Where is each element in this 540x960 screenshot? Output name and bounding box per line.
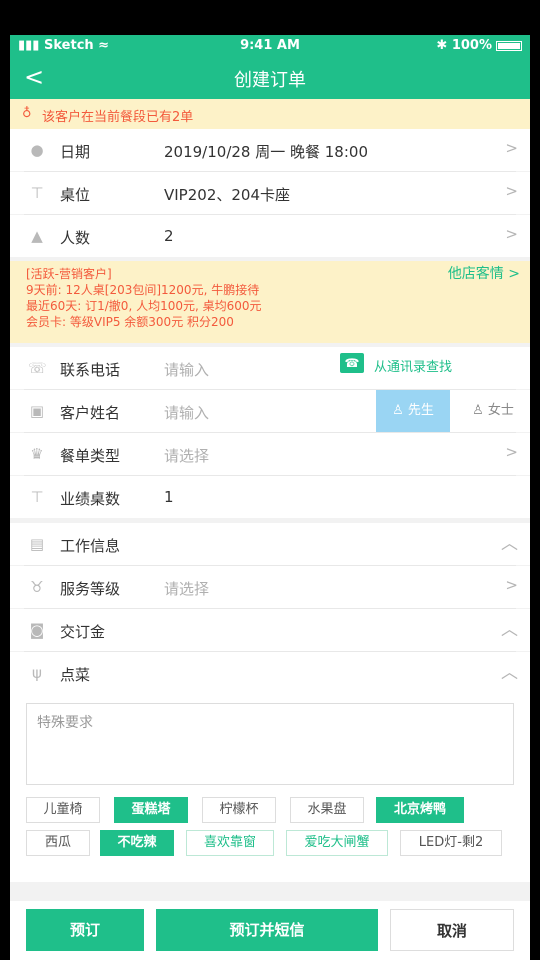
customer-line: 最近60天: 订1/撤0, 人均100元, 桌均600元 [26,299,262,313]
chevron-up-icon: ︿ [501,534,518,554]
special-request-input[interactable]: 特殊要求 [26,703,514,785]
phone-input[interactable]: 请输入 [164,359,209,380]
service-level-select: 请选择 [164,580,210,598]
deposit-row[interactable]: ◙ 交订金 ︿ [10,609,530,651]
cutlery-icon: ψ [32,664,42,682]
tag-button[interactable]: 喜欢靠窗 [186,830,274,856]
book-button[interactable]: 预订 [26,909,144,951]
chevron-right-icon: > [505,225,518,243]
table-icon: ⊤ [30,488,44,506]
tag-button[interactable]: 儿童椅 [26,797,100,823]
bell-icon: ♁ [22,106,32,121]
customer-line: 会员卡: 等级VIP5 余额300元 积分200 [26,315,234,329]
tag-button[interactable]: 爱吃大闸蟹 [286,830,388,856]
people-row[interactable]: ▲ 人数 2 > [10,215,530,257]
phone-label: 联系电话 [60,361,121,379]
book-and-sms-button[interactable]: 预订并短信 [156,909,378,951]
chevron-up-icon: ︿ [501,620,518,640]
phone-row: ☏ 联系电话 请输入 ☎ 从通讯录查找 [10,347,530,389]
chevron-right-icon: > [505,182,518,200]
briefcase-icon: ▤ [29,535,45,553]
menu-type-select: 请选择 [164,447,210,465]
contacts-lookup-button[interactable]: ☎ 从通讯录查找 [339,353,452,375]
menu-type-label: 餐单类型 [60,447,121,465]
work-info-row[interactable]: ▤ 工作信息 ︿ [10,523,530,565]
table-icon: ⊤ [30,184,44,202]
clock-icon: ● [30,141,44,159]
name-input[interactable]: 请输入 [164,402,209,423]
service-level-label: 服务等级 [60,580,121,598]
people-label: 人数 [60,229,91,247]
date-value: 2019/10/28 周一 晚餐 18:00 [164,143,368,161]
service-level-row[interactable]: ♉ 服务等级 请选择 > [10,566,530,608]
battery-icon [496,40,522,51]
battery: ✱ 100% [436,38,522,53]
tag-button[interactable]: 不吃辣 [100,830,174,856]
perf-row[interactable]: ⊤ 业绩桌数 1 [10,476,530,518]
order-dish-row[interactable]: ψ 点菜 ︿ [10,652,530,694]
tag-button[interactable]: 蛋糕塔 [114,797,188,823]
contacts-lookup-label: 从通讯录查找 [373,360,452,375]
chevron-right-icon: > [505,443,518,461]
gender-male-button[interactable]: ♙ 先生 [376,390,450,432]
phone-icon: ☏ [28,359,47,377]
perf-value: 1 [164,488,174,506]
crown-icon: ♛ [30,445,44,463]
order-dish-label: 点菜 [60,666,91,684]
footer-actions: 预订 预订并短信 取消 [10,901,530,960]
customer-line: 9天前: 12人桌[203包间]1200元, 牛鹏接待 [26,283,260,297]
menu-type-row[interactable]: ♛ 餐单类型 请选择 > [10,433,530,475]
warning-banner: ♁ 该客户在当前餐段已有2单 [10,99,530,129]
tag-button[interactable]: 北京烤鸭 [376,797,464,823]
tag-button[interactable]: 水果盘 [290,797,364,823]
chevron-up-icon: ︿ [501,663,518,683]
person-icon: ▲ [31,227,43,245]
money-icon: ◙ [29,621,45,639]
cancel-button[interactable]: 取消 [390,909,514,951]
contacts-icon: ☎ [339,353,364,373]
name-row: ▣ 客户姓名 请输入 ♙ 先生 ♙ 女士 [10,390,530,432]
date-label: 日期 [60,143,91,161]
chevron-right-icon: > [505,139,518,157]
tag-button[interactable]: 柠檬杯 [202,797,276,823]
name-label: 客户姓名 [60,404,121,422]
chevron-right-icon: > [505,576,518,594]
people-value: 2 [164,227,174,245]
table-value: VIP202、204卡座 [164,186,290,204]
work-info-label: 工作信息 [60,537,121,555]
app-screen: ▮▮▮ Sketch ≈ 9:41 AM ✱ 100% < 创建订单 ♁ 该客户… [10,35,530,960]
date-row[interactable]: ● 日期 2019/10/28 周一 晚餐 18:00 > [10,129,530,171]
warning-text: 该客户在当前餐段已有2单 [42,110,194,125]
status-bar: ▮▮▮ Sketch ≈ 9:41 AM ✱ 100% [10,35,530,57]
tag-button[interactable]: LED灯-剩2 [400,830,502,856]
perf-label: 业绩桌数 [60,490,121,508]
table-label: 桌位 [60,186,91,204]
deposit-label: 交订金 [60,623,106,641]
table-row[interactable]: ⊤ 桌位 VIP202、204卡座 > [10,172,530,214]
id-card-icon: ▣ [29,402,45,420]
special-request-placeholder: 特殊要求 [37,715,93,731]
other-store-link[interactable]: 他店客情 > [448,266,520,282]
customer-info-banner: [活跃-营销客户] 9天前: 12人桌[203包间]1200元, 牛鹏接待 最近… [10,261,530,343]
gender-female-button[interactable]: ♙ 女士 [456,390,530,432]
nav-bar: < 创建订单 [10,57,530,99]
page-title: 创建订单 [234,70,306,91]
tag-button[interactable]: 西瓜 [26,830,90,856]
medal-icon: ♉ [30,578,44,596]
